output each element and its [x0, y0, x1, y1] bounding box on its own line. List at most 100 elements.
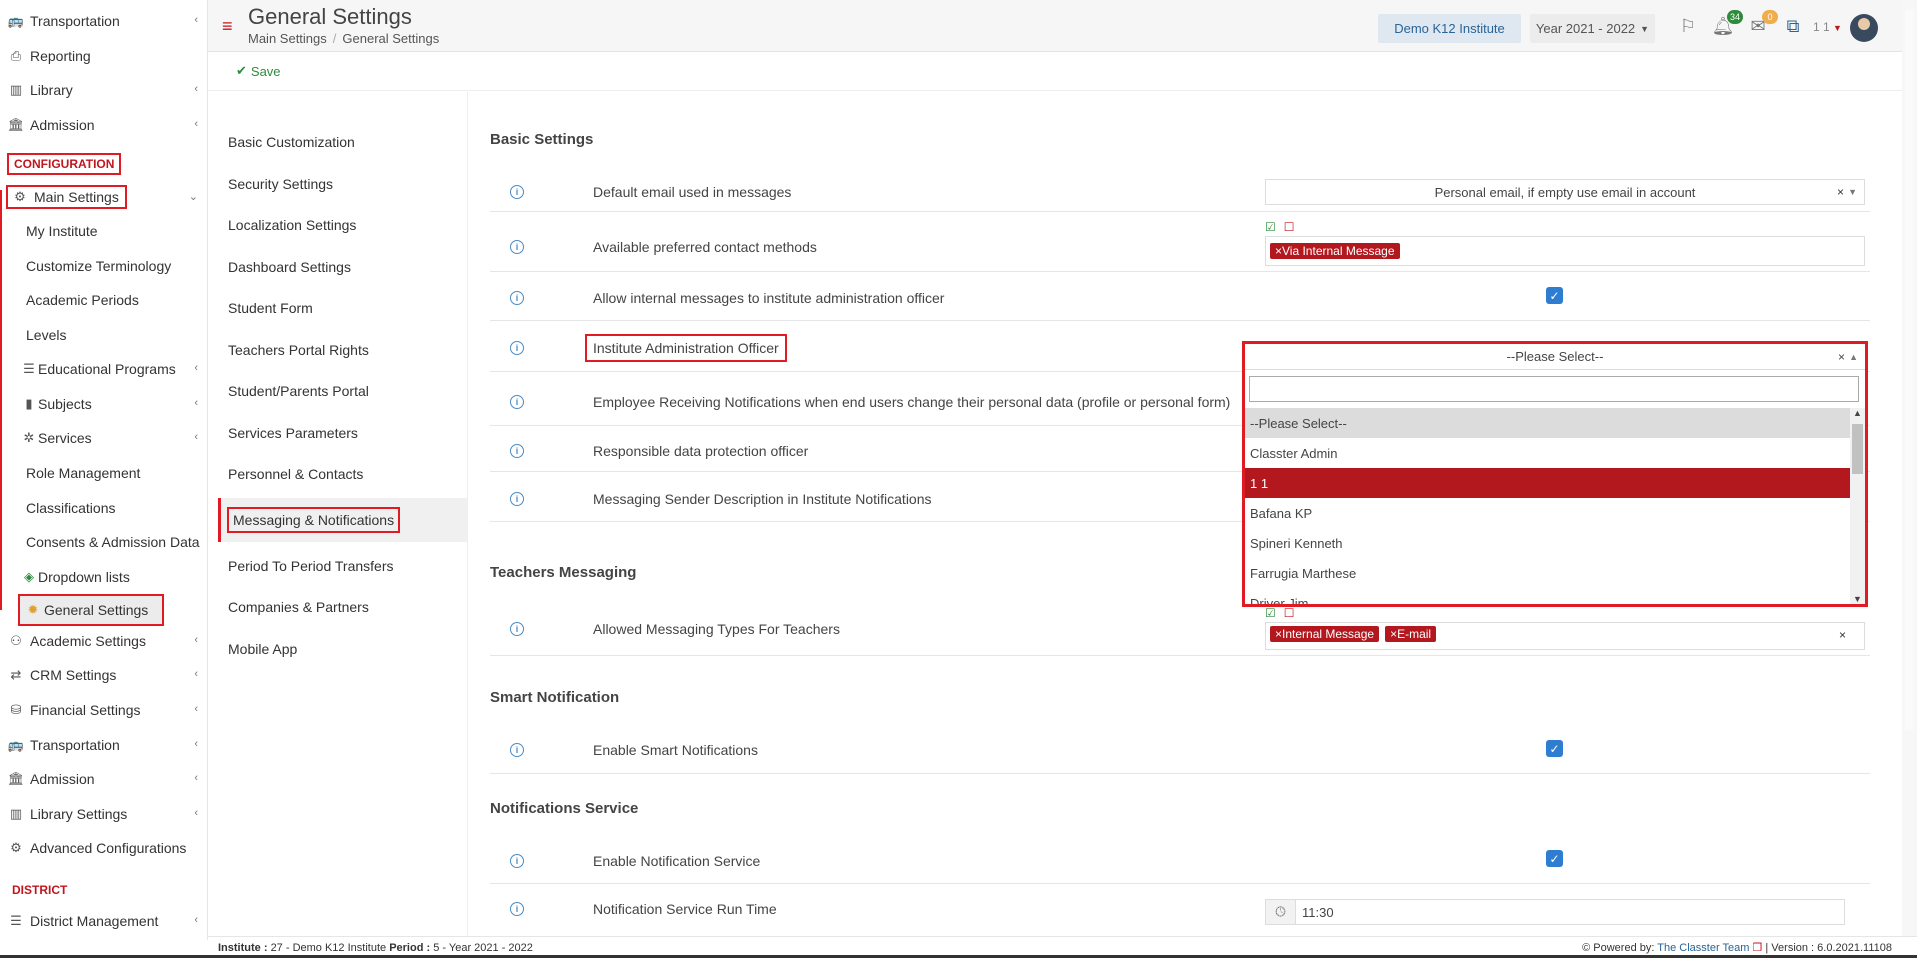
select-all-icon[interactable]: ☑ — [1265, 606, 1276, 620]
envelope-icon[interactable]: ✉ 0 — [1746, 10, 1778, 38]
scrollbar-thumb[interactable] — [1852, 424, 1863, 474]
deselect-all-icon[interactable]: ☐ — [1284, 220, 1295, 234]
setting-row-allowed-types: i Allowed Messaging Types For Teachers ☑… — [490, 602, 1870, 656]
clear-icon[interactable]: × — [1839, 628, 1846, 642]
settings-nav-security-settings[interactable]: Security Settings — [218, 166, 468, 202]
user-menu[interactable]: 1 1 ▼ — [1813, 20, 1842, 34]
settings-nav-teachers-portal-rights[interactable]: Teachers Portal Rights — [218, 332, 468, 368]
info-icon[interactable]: i — [510, 291, 524, 305]
settings-nav-student-form[interactable]: Student Form — [218, 290, 468, 326]
flag-icon[interactable]: ⚐ — [1676, 14, 1700, 38]
info-icon[interactable]: i — [510, 395, 524, 409]
settings-nav-mobile-app[interactable]: Mobile App — [218, 631, 468, 667]
sidebar-item-academic-settings[interactable]: ⚇ Academic Settings ‹ — [0, 626, 208, 656]
sidebar-item-academic-periods[interactable]: Academic Periods — [0, 285, 208, 315]
sidebar-item-services[interactable]: ✲ Services ‹ — [0, 423, 208, 453]
dropdown-option-highlighted[interactable]: 1 1 — [1245, 468, 1850, 498]
sidebar-item-crm-settings[interactable]: ⇄ CRM Settings ‹ — [0, 660, 208, 690]
info-icon[interactable]: i — [510, 492, 524, 506]
layers-plus-icon[interactable]: ⧉ — [1781, 14, 1805, 38]
info-icon[interactable]: i — [510, 240, 524, 254]
dropdown-selection[interactable]: --Please Select-- × ▲ — [1245, 344, 1865, 370]
sidebar-item-subjects[interactable]: ▮ Subjects ‹ — [0, 389, 208, 419]
sidebar-item-transportation[interactable]: 🚌 Transportation ‹ — [0, 6, 208, 36]
dropdown-option[interactable]: Spineri Kenneth — [1245, 528, 1850, 558]
clear-icon[interactable]: × — [1838, 350, 1845, 364]
contact-methods-multiselect[interactable]: ×Via Internal Message — [1265, 236, 1865, 266]
scrollbar-thumb[interactable] — [1905, 10, 1914, 730]
deselect-all-icon[interactable]: ☐ — [1284, 606, 1295, 620]
save-button[interactable]: ✔ Save — [236, 63, 281, 79]
dropdown-option[interactable]: Classter Admin — [1245, 438, 1850, 468]
sidebar-item-general-settings[interactable]: ✹ General Settings — [18, 594, 164, 626]
sidebar-item-classifications[interactable]: Classifications — [0, 493, 208, 523]
footer-version: | Version : 6.0.2021.11108 — [1765, 942, 1892, 954]
settings-nav-services-parameters[interactable]: Services Parameters — [218, 415, 468, 451]
info-icon[interactable]: i — [510, 743, 524, 757]
breadcrumb-item-current: General Settings — [342, 31, 440, 46]
info-icon[interactable]: i — [510, 622, 524, 636]
sidebar-item-educational-programs[interactable]: ☰ Educational Programs ‹ — [0, 354, 208, 384]
sidebar-item-main-settings[interactable]: ⚙ Main Settings ⌄ — [0, 182, 208, 212]
info-icon[interactable]: i — [510, 854, 524, 868]
dropdown-option[interactable]: Farrugia Marthese — [1245, 558, 1850, 588]
info-icon[interactable]: i — [510, 902, 524, 916]
dropdown-search-input[interactable] — [1249, 376, 1859, 402]
sidebar-item-role-management[interactable]: Role Management — [0, 458, 208, 488]
settings-nav-personnel-contacts[interactable]: Personnel & Contacts — [218, 456, 468, 492]
dropdown-option[interactable]: Driver Jim — [1245, 588, 1850, 605]
hamburger-menu-icon[interactable]: ≡ — [222, 17, 233, 35]
settings-nav-basic-customization[interactable]: Basic Customization — [218, 124, 468, 160]
settings-nav-dashboard-settings[interactable]: Dashboard Settings — [218, 249, 468, 285]
allowed-types-multiselect[interactable]: ×Internal Message ×E-mail × — [1265, 622, 1865, 650]
institute-button[interactable]: Demo K12 Institute — [1378, 14, 1521, 43]
enable-service-checkbox[interactable]: ✓ — [1546, 850, 1563, 867]
caret-up-icon: ▲ — [1849, 351, 1858, 362]
dropdown-option[interactable]: Bafana KP — [1245, 498, 1850, 528]
settings-nav-period-transfers[interactable]: Period To Period Transfers — [218, 548, 468, 584]
settings-nav-messaging-notifications[interactable]: Messaging & Notifications — [218, 498, 468, 542]
nav-label: Mobile App — [228, 641, 298, 657]
sidebar-item-reporting[interactable]: ⎙ Reporting — [0, 41, 208, 71]
sidebar-item-library[interactable]: ▥ Library ‹ — [0, 75, 208, 105]
sidebar-item-transportation-settings[interactable]: 🚌 Transportation ‹ — [0, 730, 208, 760]
chevron-left-icon: ‹ — [194, 362, 198, 374]
classter-team-link[interactable]: The Classter Team — [1657, 942, 1749, 954]
dropdown-option[interactable]: --Please Select-- — [1245, 408, 1850, 438]
sidebar-item-library-settings[interactable]: ▥ Library Settings ‹ — [0, 799, 208, 829]
sidebar-item-advanced-configurations[interactable]: ⚙ Advanced Configurations — [0, 833, 208, 863]
settings-nav-companies-partners[interactable]: Companies & Partners — [218, 589, 468, 625]
sidebar-item-financial-settings[interactable]: ⛁ Financial Settings ‹ — [0, 695, 208, 725]
settings-nav-student-parents-portal[interactable]: Student/Parents Portal — [218, 373, 468, 409]
sidebar-item-dropdown-lists[interactable]: ◈ Dropdown lists — [0, 562, 208, 592]
allow-internal-checkbox[interactable]: ✓ — [1546, 287, 1563, 304]
nav-label: Student/Parents Portal — [228, 383, 369, 399]
dropdown-scrollbar[interactable]: ▲ ▼ — [1850, 408, 1865, 604]
clear-icon[interactable]: × — [1837, 185, 1844, 199]
year-select[interactable]: Year 2021 - 2022 ▼ — [1530, 14, 1655, 43]
sidebar-item-label: Services — [38, 430, 92, 446]
info-icon[interactable]: i — [510, 444, 524, 458]
sidebar-item-levels[interactable]: Levels — [0, 320, 208, 350]
sidebar-item-admission[interactable]: 🏛 Admission ‹ — [0, 110, 208, 140]
run-time-input[interactable]: 🕓︎ 11:30 — [1265, 899, 1845, 925]
scroll-up-icon[interactable]: ▲ — [1850, 408, 1865, 418]
sidebar-item-district-management[interactable]: ☰ District Management ‹ — [0, 906, 208, 936]
avatar[interactable] — [1850, 14, 1878, 42]
info-icon[interactable]: i — [510, 341, 524, 355]
sidebar-item-admission-settings[interactable]: 🏛 Admission ‹ — [0, 764, 208, 794]
sidebar-item-my-institute[interactable]: My Institute — [0, 216, 208, 246]
admin-officer-dropdown[interactable]: --Please Select-- × ▲ --Please Select-- … — [1242, 341, 1868, 607]
scroll-down-icon[interactable]: ▼ — [1850, 594, 1865, 604]
info-icon[interactable]: i — [510, 185, 524, 199]
sidebar-item-customize-terminology[interactable]: Customize Terminology — [0, 251, 208, 281]
breadcrumb-item[interactable]: Main Settings — [248, 31, 327, 46]
enable-smart-checkbox[interactable]: ✓ — [1546, 740, 1563, 757]
sidebar-item-consents[interactable]: Consents & Admission Data — [0, 527, 208, 557]
settings-nav-localization-settings[interactable]: Localization Settings — [218, 207, 468, 243]
page-scrollbar[interactable] — [1902, 0, 1917, 940]
bell-icon[interactable]: 🔔︎ 34 — [1711, 10, 1743, 38]
default-email-select[interactable]: Personal email, if empty use email in ac… — [1265, 179, 1865, 205]
select-all-icon[interactable]: ☑ — [1265, 220, 1276, 234]
chevron-left-icon: ‹ — [194, 772, 198, 784]
